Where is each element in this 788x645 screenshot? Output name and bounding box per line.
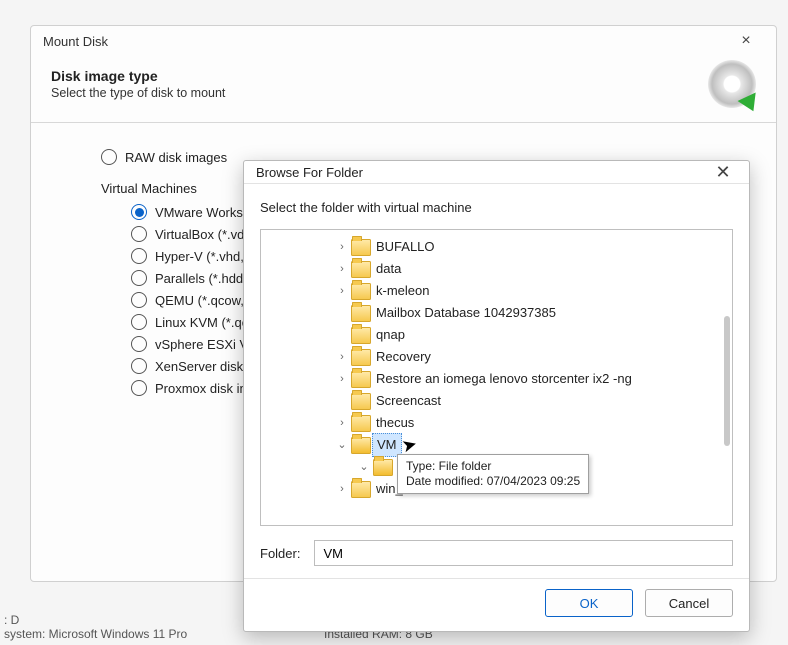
radio-raw-label: RAW disk images — [125, 150, 227, 165]
folder-icon — [351, 305, 371, 322]
tree-row[interactable]: ›Screencast — [265, 390, 730, 412]
folder-icon — [351, 371, 371, 388]
folder-icon — [351, 393, 371, 410]
tree-row[interactable]: ⌄VM — [265, 434, 730, 456]
browse-instruction: Select the folder with virtual machine — [260, 200, 733, 215]
browse-title: Browse For Folder — [256, 165, 363, 180]
tree-label: Restore an iomega lenovo storcenter ix2 … — [376, 368, 632, 390]
folder-icon — [373, 459, 393, 476]
tree-label: Screencast — [376, 390, 441, 412]
close-icon[interactable]: ✕ — [703, 162, 743, 183]
chevron-down-icon[interactable]: ⌄ — [335, 434, 349, 456]
chevron-right-icon[interactable]: › — [335, 478, 349, 500]
chevron-right-icon[interactable]: › — [335, 346, 349, 368]
chevron-right-icon[interactable]: › — [335, 368, 349, 390]
folder-label: Folder: — [260, 546, 300, 561]
folder-input[interactable] — [314, 540, 733, 566]
tree-label: Mailbox Database 1042937385 — [376, 302, 556, 324]
folder-tree[interactable]: ›BUFALLO›data›k-meleon›Mailbox Database … — [260, 229, 733, 526]
os-line: system: Microsoft Windows 11 Pro — [4, 627, 187, 641]
chevron-right-icon[interactable]: › — [335, 258, 349, 280]
tree-row[interactable]: ›qnap — [265, 324, 730, 346]
tree-row[interactable]: › k-meleon — [265, 280, 730, 302]
drive-letter: : D — [4, 613, 187, 627]
tooltip: Type: File folder Date modified: 07/04/2… — [397, 454, 589, 494]
disc-icon — [708, 60, 756, 108]
cancel-button[interactable]: Cancel — [645, 589, 733, 617]
tree-row[interactable]: › thecus — [265, 412, 730, 434]
tree-row[interactable]: › Restore an iomega lenovo storcenter ix2… — [265, 368, 730, 390]
folder-icon — [351, 437, 371, 454]
tree-row[interactable]: ›Mailbox Database 1042937385 — [265, 302, 730, 324]
tree-label: data — [376, 258, 401, 280]
folder-icon — [351, 327, 371, 344]
mount-heading: Disk image type — [51, 68, 708, 84]
close-icon[interactable]: × — [726, 32, 766, 50]
tree-label: BUFALLO — [376, 236, 435, 258]
tree-row[interactable]: › Recovery — [265, 346, 730, 368]
tree-label: thecus — [376, 412, 414, 434]
mount-subheading: Select the type of disk to mount — [51, 86, 708, 100]
tree-label: k-meleon — [376, 280, 429, 302]
tooltip-type: Type: File folder — [406, 459, 580, 474]
mount-titlebar: Mount Disk × — [31, 26, 776, 56]
chevron-down-icon[interactable]: ⌄ — [357, 456, 371, 478]
chevron-right-icon[interactable]: › — [335, 280, 349, 302]
browse-folder-dialog: Browse For Folder ✕ Select the folder wi… — [243, 160, 750, 632]
folder-icon — [351, 481, 371, 498]
chevron-right-icon[interactable]: › — [335, 236, 349, 258]
browse-titlebar: Browse For Folder ✕ — [244, 161, 749, 184]
tree-label: qnap — [376, 324, 405, 346]
tree-row[interactable]: › BUFALLO — [265, 236, 730, 258]
tree-row[interactable]: › data — [265, 258, 730, 280]
folder-icon — [351, 261, 371, 278]
tree-label: Recovery — [376, 346, 431, 368]
tooltip-date: Date modified: 07/04/2023 09:25 — [406, 474, 580, 489]
folder-icon — [351, 239, 371, 256]
mount-header: Disk image type Select the type of disk … — [31, 56, 776, 123]
mount-title: Mount Disk — [43, 34, 108, 49]
radio-vm-label: VirtualBox (*.vdi) — [155, 227, 252, 242]
ok-button[interactable]: OK — [545, 589, 633, 617]
folder-icon — [351, 349, 371, 366]
scrollbar[interactable] — [722, 236, 730, 519]
folder-icon — [351, 283, 371, 300]
chevron-right-icon[interactable]: › — [335, 412, 349, 434]
folder-icon — [351, 415, 371, 432]
